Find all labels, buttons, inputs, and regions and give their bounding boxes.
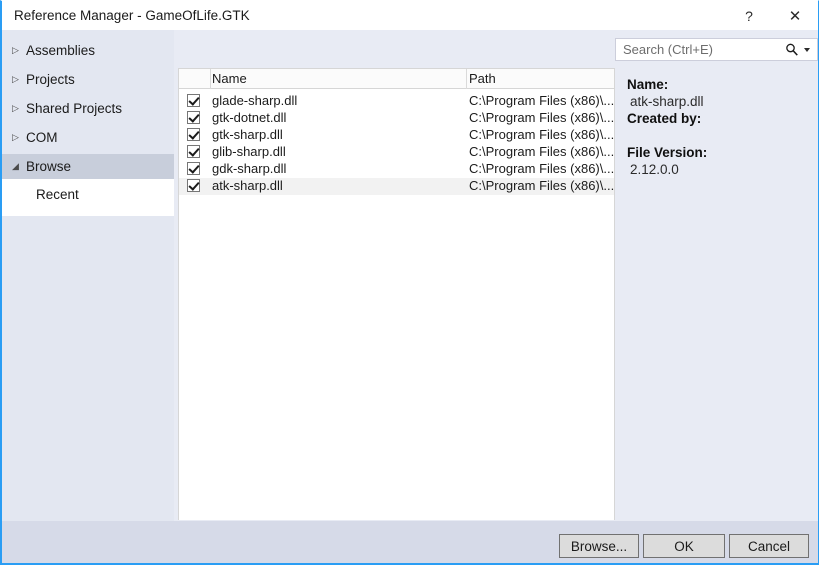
details-pane: Name: atk-sharp.dll Created by: File Ver… xyxy=(618,68,818,520)
table-row[interactable]: atk-sharp.dll C:\Program Files (x86)\... xyxy=(179,178,614,195)
search-input[interactable]: Search (Ctrl+E) xyxy=(615,38,818,61)
sidebar-item-shared-projects[interactable]: ▷ Shared Projects xyxy=(2,96,174,121)
row-path: C:\Program Files (x86)\... xyxy=(469,178,615,193)
column-header-name[interactable]: Name xyxy=(212,71,247,86)
column-divider xyxy=(466,69,467,89)
row-name: gtk-sharp.dll xyxy=(212,127,283,142)
row-path: C:\Program Files (x86)\... xyxy=(469,127,615,142)
details-name-label: Name: xyxy=(627,77,669,92)
row-checkbox[interactable] xyxy=(187,94,200,107)
search-placeholder: Search (Ctrl+E) xyxy=(623,42,713,57)
sidebar-item-com[interactable]: ▷ COM xyxy=(2,125,174,150)
chevron-down-icon: ◢ xyxy=(12,161,19,171)
row-checkbox[interactable] xyxy=(187,162,200,175)
window-title: Reference Manager - GameOfLife.GTK xyxy=(14,8,250,23)
row-checkbox[interactable] xyxy=(187,111,200,124)
column-divider xyxy=(210,69,211,89)
details-name-value: atk-sharp.dll xyxy=(630,94,704,109)
row-name: gdk-sharp.dll xyxy=(212,161,287,176)
details-file-version-value: 2.12.0.0 xyxy=(630,162,679,177)
chevron-right-icon: ▷ xyxy=(12,132,19,142)
sidebar-item-browse[interactable]: ◢ Browse xyxy=(2,154,174,179)
sidebar: ▷ Assemblies ▷ Projects ▷ Shared Project… xyxy=(2,30,174,521)
row-checkbox[interactable] xyxy=(187,128,200,141)
sidebar-subgroup: Recent xyxy=(2,179,174,216)
row-path: C:\Program Files (x86)\... xyxy=(469,93,615,108)
cancel-button[interactable]: Cancel xyxy=(729,534,809,558)
chevron-right-icon: ▷ xyxy=(12,74,19,84)
row-name: atk-sharp.dll xyxy=(212,178,283,193)
search-icon[interactable] xyxy=(785,42,799,57)
help-button[interactable]: ? xyxy=(732,1,766,30)
table-row[interactable]: glade-sharp.dll C:\Program Files (x86)\.… xyxy=(179,93,614,110)
row-checkbox[interactable] xyxy=(187,145,200,158)
details-created-by-label: Created by: xyxy=(627,111,702,126)
row-checkbox[interactable] xyxy=(187,179,200,192)
row-path: C:\Program Files (x86)\... xyxy=(469,144,615,159)
sidebar-item-label: Shared Projects xyxy=(26,101,123,116)
row-path: C:\Program Files (x86)\... xyxy=(469,161,615,176)
chevron-right-icon: ▷ xyxy=(12,103,19,113)
sidebar-item-label: Browse xyxy=(26,159,72,174)
table-row[interactable]: gtk-sharp.dll C:\Program Files (x86)\... xyxy=(179,127,614,144)
sidebar-item-projects[interactable]: ▷ Projects xyxy=(2,67,174,92)
list-column-headers: Name Path xyxy=(179,69,614,89)
close-button[interactable]: ✕ xyxy=(778,1,812,30)
reference-manager-dialog: Reference Manager - GameOfLife.GTK ? ✕ ▷… xyxy=(0,0,819,565)
column-header-path[interactable]: Path xyxy=(469,71,496,86)
reference-list-panel: Name Path glade-sharp.dll C:\Program Fil… xyxy=(178,68,614,520)
sidebar-item-label: COM xyxy=(26,130,58,145)
sidebar-item-label: Assemblies xyxy=(26,43,96,58)
chevron-right-icon: ▷ xyxy=(12,45,19,55)
details-file-version-label: File Version: xyxy=(627,145,708,160)
table-row[interactable]: gdk-sharp.dll C:\Program Files (x86)\... xyxy=(179,161,614,178)
panel-splitter[interactable] xyxy=(614,68,616,520)
sidebar-item-recent[interactable]: Recent xyxy=(2,179,174,204)
table-row[interactable]: gtk-dotnet.dll C:\Program Files (x86)\..… xyxy=(179,110,614,127)
row-name: gtk-dotnet.dll xyxy=(212,110,287,125)
search-dropdown-icon[interactable] xyxy=(804,48,810,52)
dialog-footer: Browse... OK Cancel xyxy=(2,521,818,563)
browse-button[interactable]: Browse... xyxy=(559,534,639,558)
row-path: C:\Program Files (x86)\... xyxy=(469,110,615,125)
title-bar: Reference Manager - GameOfLife.GTK ? ✕ xyxy=(2,1,818,30)
row-name: glib-sharp.dll xyxy=(212,144,286,159)
row-name: glade-sharp.dll xyxy=(212,93,298,108)
sidebar-item-assemblies[interactable]: ▷ Assemblies xyxy=(2,38,174,63)
table-row[interactable]: glib-sharp.dll C:\Program Files (x86)\..… xyxy=(179,144,614,161)
ok-button[interactable]: OK xyxy=(643,534,725,558)
sidebar-item-label: Projects xyxy=(26,72,75,87)
